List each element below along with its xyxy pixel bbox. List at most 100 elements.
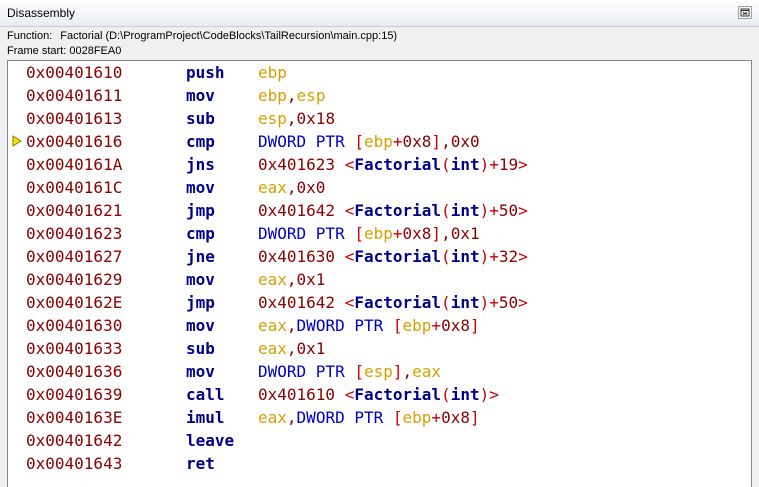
maximize-button[interactable] [738,6,752,19]
instruction-address: 0x0040162E [26,293,123,312]
operand-token: < [344,201,355,220]
instruction-address: 0x00401627 [26,247,123,266]
operand-token: 0x401630 [258,247,345,266]
operand-token: 50 [498,293,519,312]
operand-token: [ [354,132,364,151]
operand-token: ( [441,201,451,220]
operand-token: + [431,316,442,335]
instruction-operands: eax,DWORD PTR [ebp+0x8] [258,406,480,429]
instruction-address: 0x00401613 [26,109,123,128]
operand-token: > [518,201,528,220]
instruction-mnemonic: mov [186,86,215,105]
operand-token: esp [363,362,393,381]
instruction-mnemonic: mov [186,270,215,289]
operand-token: DWORD PTR [296,408,393,427]
operand-token: Factorial [354,201,442,220]
instruction-operands: DWORD PTR [ebp+0x8],0x1 [258,222,480,245]
maximize-icon [740,8,750,17]
operand-token: < [344,155,355,174]
instruction-row[interactable]: 0x00401633 sub eax,0x1 [8,337,751,360]
operand-token: , [286,86,297,105]
instruction-operands: esp,0x18 [258,107,335,130]
instruction-address: 0x00401633 [26,339,123,358]
operand-token: ( [441,247,451,266]
instruction-address: 0x0040161C [26,178,123,197]
instruction-mnemonic: jne [186,247,215,266]
instruction-mnemonic: sub [186,339,215,358]
instruction-operands: eax,DWORD PTR [ebp+0x8] [258,314,480,337]
operand-token: [ [354,362,364,381]
instruction-address: 0x00401621 [26,201,123,220]
instruction-address: 0x00401623 [26,224,123,243]
instruction-mnemonic: mov [186,362,215,381]
instruction-address: 0x0040163E [26,408,123,427]
operand-token: , [402,362,413,381]
operand-token: ] [431,224,442,243]
operand-token: , [286,316,297,335]
operand-token: ( [441,155,451,174]
operand-token: Factorial [354,155,442,174]
operand-token: int [450,293,480,312]
instruction-operands: ebp,esp [258,84,325,107]
instruction-row[interactable]: 0x00401630 mov eax,DWORD PTR [ebp+0x8] [8,314,751,337]
operand-token: ebp [258,86,287,105]
operand-token: eax [258,178,287,197]
operand-token: 0x401610 [258,385,345,404]
instruction-row[interactable]: 0x00401639 call 0x401610 <Factorial(int)> [8,383,751,406]
instruction-row[interactable]: 0x00401616 cmp DWORD PTR [ebp+0x8],0x0 [8,130,751,153]
instruction-mnemonic: jns [186,155,215,174]
instruction-row[interactable]: 0x0040163E imul eax,DWORD PTR [ebp+0x8] [8,406,751,429]
instruction-operands: 0x401642 <Factorial(int)+50> [258,199,528,222]
operand-token: )+ [479,293,499,312]
instruction-operands: 0x401642 <Factorial(int)+50> [258,291,528,314]
operand-token: > [518,293,528,312]
operand-token: ebp [363,132,393,151]
operand-token: > [518,155,528,174]
operand-token: [ [392,408,403,427]
instruction-address: 0x00401630 [26,316,123,335]
operand-token: int [450,155,480,174]
operand-token: ebp [363,224,393,243]
instruction-mnemonic: imul [186,408,225,427]
operand-token: eax [258,408,287,427]
operand-token: esp [258,109,287,128]
operand-token: ( [441,385,451,404]
instruction-row[interactable]: 0x00401642 leave [8,429,751,452]
instruction-row[interactable]: 0x0040162E jmp 0x401642 <Factorial(int)+50… [8,291,751,314]
operand-token: esp [296,86,326,105]
operand-token: DWORD PTR [296,316,393,335]
instruction-row[interactable]: 0x00401613 sub esp,0x18 [8,107,751,130]
instruction-row[interactable]: 0x0040161A jns 0x401623 <Factorial(int)+19… [8,153,751,176]
instruction-row[interactable]: 0x00401611 mov ebp,esp [8,84,751,107]
operand-token: ] [392,362,403,381]
operand-token: 0x8 [402,224,432,243]
instruction-row[interactable]: 0x00401623 cmp DWORD PTR [ebp+0x8],0x1 [8,222,751,245]
instruction-row[interactable]: 0x00401627 jne 0x401630 <Factorial(int)+32… [8,245,751,268]
operand-token: Factorial [354,385,442,404]
instruction-row[interactable]: 0x0040161C mov eax,0x0 [8,176,751,199]
operand-token: + [392,224,403,243]
operand-token: )> [479,385,499,404]
instruction-row[interactable]: 0x00401621 jmp 0x401642 <Factorial(int)+50… [8,199,751,222]
instruction-row[interactable]: 0x00401610 push ebp [8,61,751,84]
instruction-mnemonic: jmp [186,293,215,312]
operand-token: )+ [479,247,499,266]
operand-token: ,0x18 [286,109,336,128]
instruction-row[interactable]: 0x00401629 mov eax,0x1 [8,268,751,291]
instruction-mnemonic: cmp [186,224,215,243]
operand-token: 19 [498,155,519,174]
instruction-operands: 0x401610 <Factorial(int)> [258,383,499,406]
operand-token: ,0x1 [286,270,326,289]
instruction-address: 0x00401610 [26,63,123,82]
operand-token: [ [354,224,364,243]
instruction-operands: DWORD PTR [ebp+0x8],0x0 [258,130,480,153]
instruction-row[interactable]: 0x00401643 ret [8,452,751,475]
operand-token: 0x401642 [258,201,345,220]
instruction-address: 0x00401643 [26,454,123,473]
operand-token: + [431,408,442,427]
operand-token: < [344,293,355,312]
instruction-row[interactable]: 0x00401636 mov DWORD PTR [esp],eax [8,360,751,383]
instruction-mnemonic: call [186,385,225,404]
instruction-operands: 0x401623 <Factorial(int)+19> [258,153,528,176]
disassembly-code-panel[interactable]: 0x00401610 push ebp 0x00401611 mov ebp,esp 0x0… [7,60,752,487]
